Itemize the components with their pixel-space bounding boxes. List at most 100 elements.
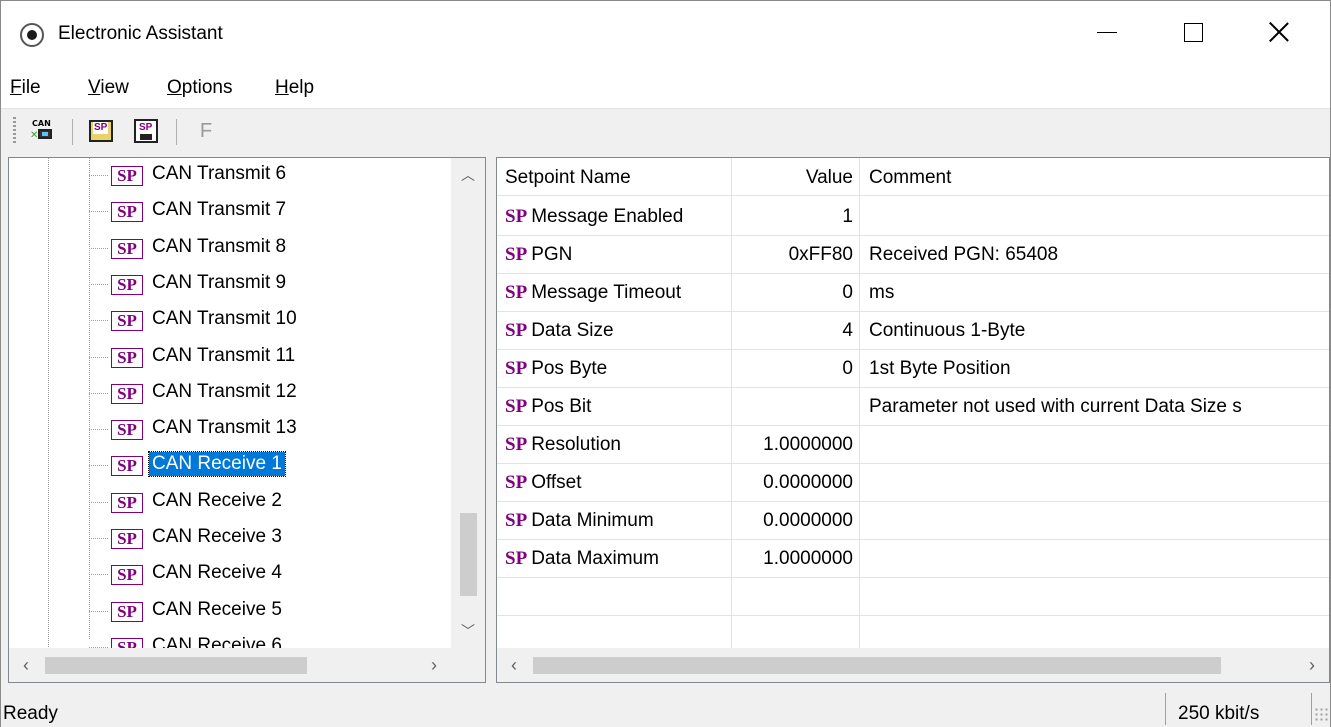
tree-item[interactable]: SP CAN Transmit 13 — [89, 414, 449, 444]
tree-item[interactable]: SP CAN Receive 1 — [89, 450, 449, 480]
tree-item[interactable]: SP CAN Receive 3 — [89, 523, 449, 553]
setpoint-value-cell[interactable]: 0.0000000 — [733, 464, 853, 502]
minimize-button[interactable] — [1076, 1, 1138, 63]
grid-hscroll-thumb[interactable] — [533, 657, 1221, 674]
setpoint-value-cell[interactable]: 1.0000000 — [733, 540, 853, 578]
open-setpoint-file-icon — [89, 120, 113, 142]
setpoint-name: Message Enabled — [531, 206, 684, 227]
tree-item-label: CAN Receive 2 — [152, 489, 282, 511]
baud-rate-status: 250 kbit/s — [1178, 703, 1260, 724]
table-row[interactable]: SP Message Timeout 0 ms — [497, 274, 1329, 312]
menu-file[interactable]: File — [10, 77, 41, 99]
setpoint-name: Data Size — [531, 320, 614, 341]
tree-item-label: CAN Transmit 11 — [152, 344, 296, 366]
table-row[interactable]: SP Data Maximum 1.0000000 — [497, 540, 1329, 578]
setpoint-comment-cell — [869, 502, 1329, 540]
toolbar-grip[interactable] — [13, 117, 16, 145]
tree-item[interactable]: SP CAN Transmit 10 — [89, 305, 449, 335]
table-row[interactable]: SP PGN 0xFF80 Received PGN: 65408 — [497, 236, 1329, 274]
setpoint-group-icon: SP — [111, 565, 143, 586]
table-row[interactable]: SP Data Minimum 0.0000000 — [497, 502, 1329, 540]
header-comment[interactable]: Comment — [869, 158, 1329, 196]
minimize-icon — [1097, 31, 1117, 33]
flash-icon: F — [199, 119, 213, 142]
app-icon[interactable] — [20, 23, 44, 47]
setpoint-group-icon: SP — [111, 601, 143, 622]
pane-splitter[interactable] — [486, 157, 496, 683]
setpoint-group-tree[interactable]: SP CAN Transmit 6 SP CAN Transmit 7 SP CAN Tr… — [8, 157, 486, 683]
tree-item-label: CAN Transmit 6 — [152, 163, 287, 184]
setpoint-name-cell: SP Offset — [505, 464, 731, 502]
tree-connector — [89, 247, 109, 249]
tree-connector — [89, 356, 109, 358]
scroll-up-arrow-icon[interactable]: ︿ — [451, 158, 485, 192]
table-row[interactable] — [497, 616, 1329, 648]
resize-grip-icon[interactable] — [1314, 707, 1328, 721]
scroll-right-arrow-icon[interactable]: › — [1295, 648, 1329, 682]
tree-hscroll-thumb[interactable] — [45, 657, 307, 674]
tree-item[interactable]: SP CAN Transmit 11 — [89, 342, 449, 372]
tree-item[interactable]: SP CAN Transmit 6 — [89, 160, 449, 190]
title-bar[interactable]: Electronic Assistant — [1, 1, 1330, 63]
tree-item[interactable]: SP CAN Receive 6 — [89, 632, 449, 648]
tree-vscroll-thumb[interactable] — [460, 513, 477, 596]
tree-horizontal-scrollbar[interactable]: ‹ › — [9, 648, 451, 682]
setpoint-name: Pos Byte — [531, 358, 608, 379]
setpoint-value-cell[interactable] — [733, 388, 853, 426]
tree-connector — [89, 501, 109, 503]
menu-view[interactable]: View — [88, 77, 129, 99]
tree-item[interactable]: SP CAN Transmit 9 — [89, 269, 449, 299]
table-row[interactable]: SP Data Size 4 Continuous 1-Byte — [497, 312, 1329, 350]
table-row[interactable]: SP Message Enabled 1 — [497, 198, 1329, 236]
setpoint-value-cell[interactable]: 1 — [733, 198, 853, 236]
grid-horizontal-scrollbar[interactable]: ‹ › — [497, 648, 1329, 682]
tree-item-label: CAN Transmit 9 — [152, 271, 287, 293]
setpoint-name-cell: SP Message Timeout — [505, 274, 731, 312]
setpoint-name-cell: SP Data Minimum — [505, 502, 731, 540]
table-row[interactable]: SP Pos Byte 0 1st Byte Position — [497, 350, 1329, 388]
menu-options[interactable]: Options — [167, 77, 232, 99]
tree-vertical-scrollbar[interactable]: ︿ ﹀ — [451, 158, 485, 648]
tree-connector — [89, 283, 109, 285]
save-setpoint-file-button[interactable] — [131, 116, 161, 146]
setpoint-icon: SP — [505, 472, 528, 493]
header-value[interactable]: Value — [733, 158, 853, 196]
scroll-corner — [451, 648, 485, 682]
scroll-down-arrow-icon[interactable]: ﹀ — [451, 614, 485, 648]
table-row[interactable] — [497, 578, 1329, 616]
setpoint-group-icon: SP — [111, 274, 143, 295]
close-button[interactable] — [1248, 1, 1310, 63]
setpoint-name: Offset — [531, 472, 582, 493]
setpoint-value-cell[interactable]: 0xFF80 — [733, 236, 853, 274]
header-setpoint-name[interactable]: Setpoint Name — [505, 158, 731, 196]
open-setpoint-file-button[interactable] — [86, 116, 116, 146]
tree-connector — [89, 211, 109, 213]
setpoint-value-cell[interactable]: 4 — [733, 312, 853, 350]
setpoint-group-icon: SP — [111, 492, 143, 513]
tree-item[interactable]: SP CAN Receive 2 — [89, 487, 449, 517]
status-divider — [1165, 693, 1166, 725]
setpoint-icon: SP — [505, 282, 528, 303]
tree-item[interactable]: SP CAN Transmit 7 — [89, 196, 449, 226]
setpoint-group-icon: SP — [111, 420, 143, 441]
menu-help[interactable]: Help — [275, 77, 314, 99]
setpoint-name: Message Timeout — [531, 282, 682, 303]
setpoint-grid[interactable]: Setpoint Name Value Comment SP Message En… — [496, 157, 1330, 683]
table-row[interactable]: SP Pos Bit Parameter not used with current… — [497, 388, 1329, 426]
can-connect-button[interactable]: CAN ✕ — [27, 116, 57, 146]
tree-connector — [89, 175, 109, 176]
setpoint-value-cell[interactable]: 0 — [733, 350, 853, 388]
table-row[interactable]: SP Offset 0.0000000 — [497, 464, 1329, 502]
maximize-button[interactable] — [1162, 1, 1224, 63]
setpoint-value-cell[interactable]: 0 — [733, 274, 853, 312]
scroll-left-arrow-icon[interactable]: ‹ — [497, 648, 531, 682]
setpoint-value-cell[interactable]: 0.0000000 — [733, 502, 853, 540]
scroll-right-arrow-icon[interactable]: › — [417, 648, 451, 682]
scroll-left-arrow-icon[interactable]: ‹ — [9, 648, 43, 682]
setpoint-value-cell[interactable]: 1.0000000 — [733, 426, 853, 464]
tree-item[interactable]: SP CAN Receive 5 — [89, 596, 449, 626]
tree-item[interactable]: SP CAN Transmit 8 — [89, 233, 449, 263]
tree-item[interactable]: SP CAN Receive 4 — [89, 559, 449, 589]
table-row[interactable]: SP Resolution 1.0000000 — [497, 426, 1329, 464]
tree-item[interactable]: SP CAN Transmit 12 — [89, 378, 449, 408]
